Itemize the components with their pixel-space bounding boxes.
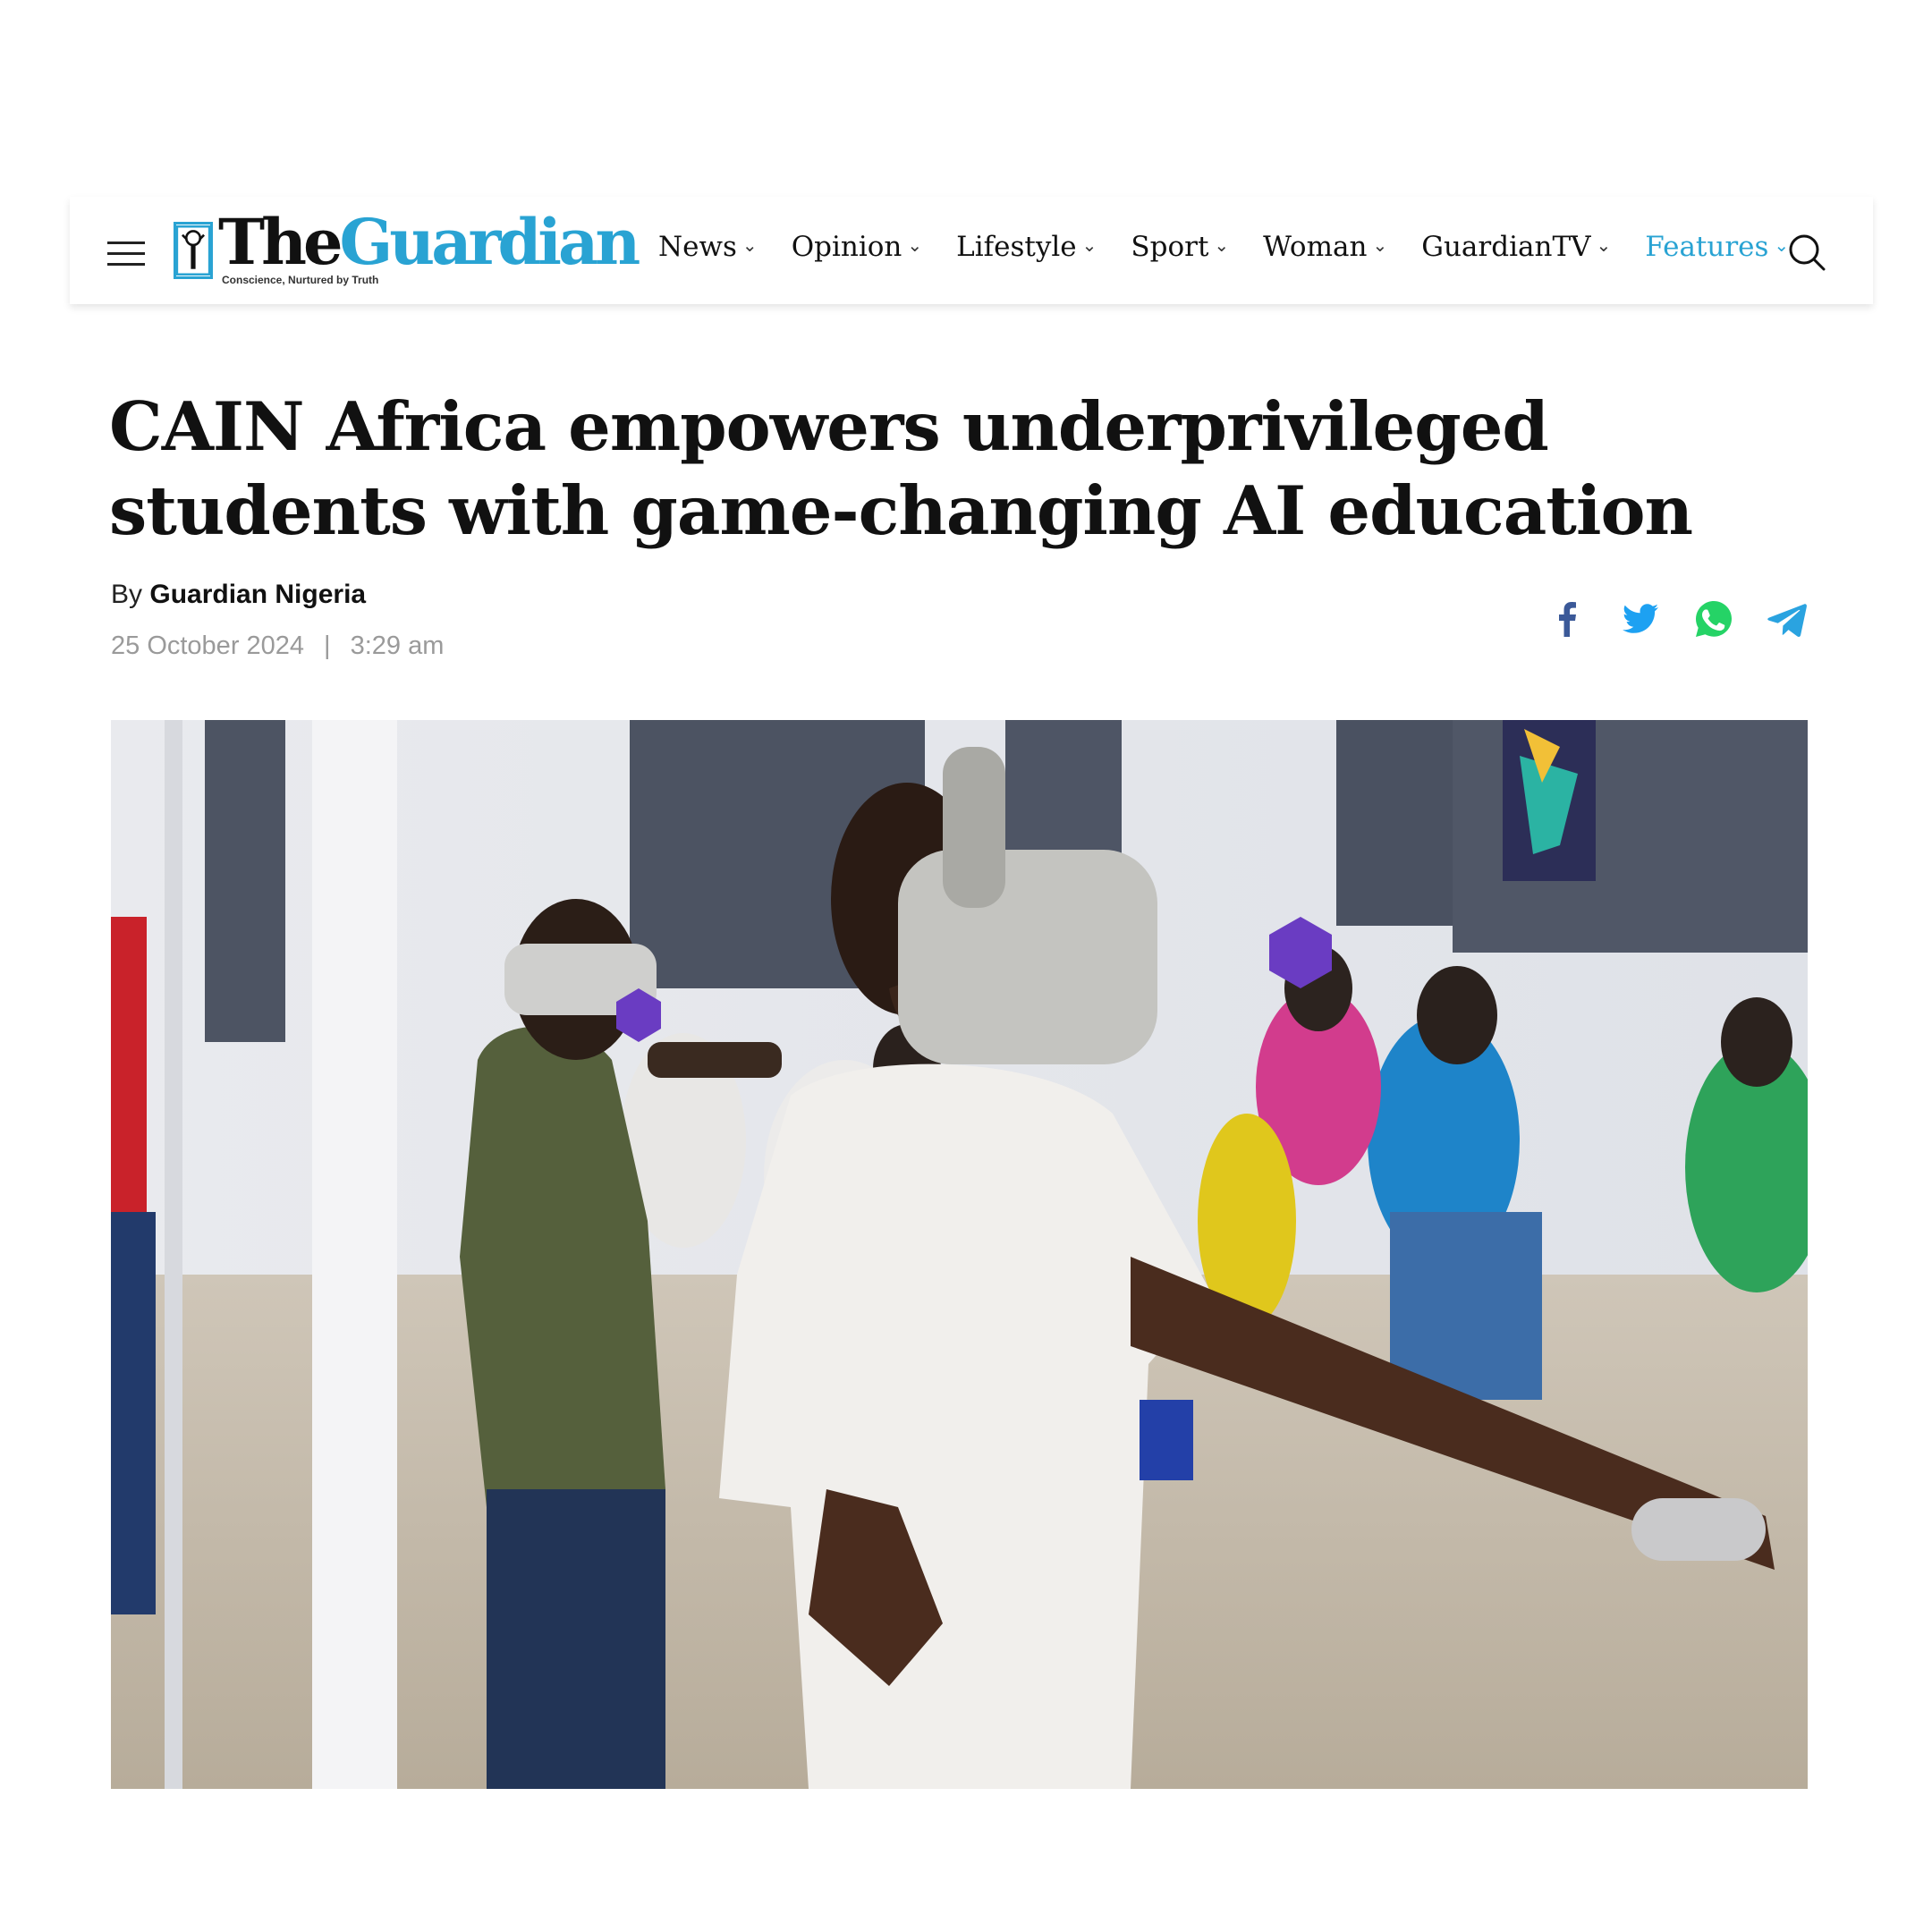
chevron-down-icon: ⌄ — [1081, 234, 1097, 256]
article-headline: CAIN Africa empowers underprivileged stu… — [109, 387, 1693, 550]
nav-lifestyle[interactable]: Lifestyle ⌄ — [956, 231, 1097, 263]
chevron-down-icon: ⌄ — [907, 234, 923, 256]
telegram-icon[interactable] — [1766, 597, 1809, 640]
main-nav: News ⌄ Opinion ⌄ Lifestyle ⌄ Sport ⌄ Woman ⌄ … — [658, 231, 1789, 263]
site-logo[interactable]: TheGuardian Conscience, Nurtured by Trut… — [174, 211, 640, 286]
logo-wordmark: TheGuardian — [218, 205, 640, 279]
menu-icon[interactable] — [107, 242, 145, 268]
site-header: TheGuardian Conscience, Nurtured by Trut… — [70, 197, 1873, 304]
whatsapp-icon[interactable] — [1692, 597, 1735, 640]
share-bar — [1546, 597, 1809, 640]
chevron-down-icon: ⌄ — [1214, 234, 1230, 256]
search-icon[interactable] — [1787, 233, 1826, 272]
article-hero-image — [111, 720, 1808, 1789]
article-byline: By Guardian Nigeria — [111, 580, 366, 610]
chevron-down-icon: ⌄ — [741, 234, 758, 256]
article-dateline: 25 October 2024 | 3:29 am — [111, 631, 444, 661]
nav-woman[interactable]: Woman ⌄ — [1263, 231, 1387, 263]
chevron-down-icon: ⌄ — [1372, 234, 1388, 256]
twitter-icon[interactable] — [1619, 597, 1662, 640]
nav-guardiantv[interactable]: GuardianTV ⌄ — [1421, 231, 1611, 263]
nav-news[interactable]: News ⌄ — [658, 231, 758, 263]
facebook-icon[interactable] — [1546, 597, 1589, 640]
nav-sport[interactable]: Sport ⌄ — [1131, 231, 1229, 263]
date-separator: | — [324, 631, 331, 660]
publish-date: 25 October 2024 — [111, 631, 305, 660]
logo-emblem-icon — [174, 222, 213, 279]
publish-time: 3:29 am — [350, 631, 445, 660]
chevron-down-icon: ⌄ — [1596, 234, 1612, 256]
logo-tagline: Conscience, Nurtured by Truth — [222, 274, 379, 286]
byline-prefix: By — [111, 580, 143, 609]
nav-opinion[interactable]: Opinion ⌄ — [792, 231, 922, 263]
nav-features[interactable]: Features ⌄ — [1645, 231, 1789, 263]
author-link[interactable]: Guardian Nigeria — [149, 580, 366, 609]
